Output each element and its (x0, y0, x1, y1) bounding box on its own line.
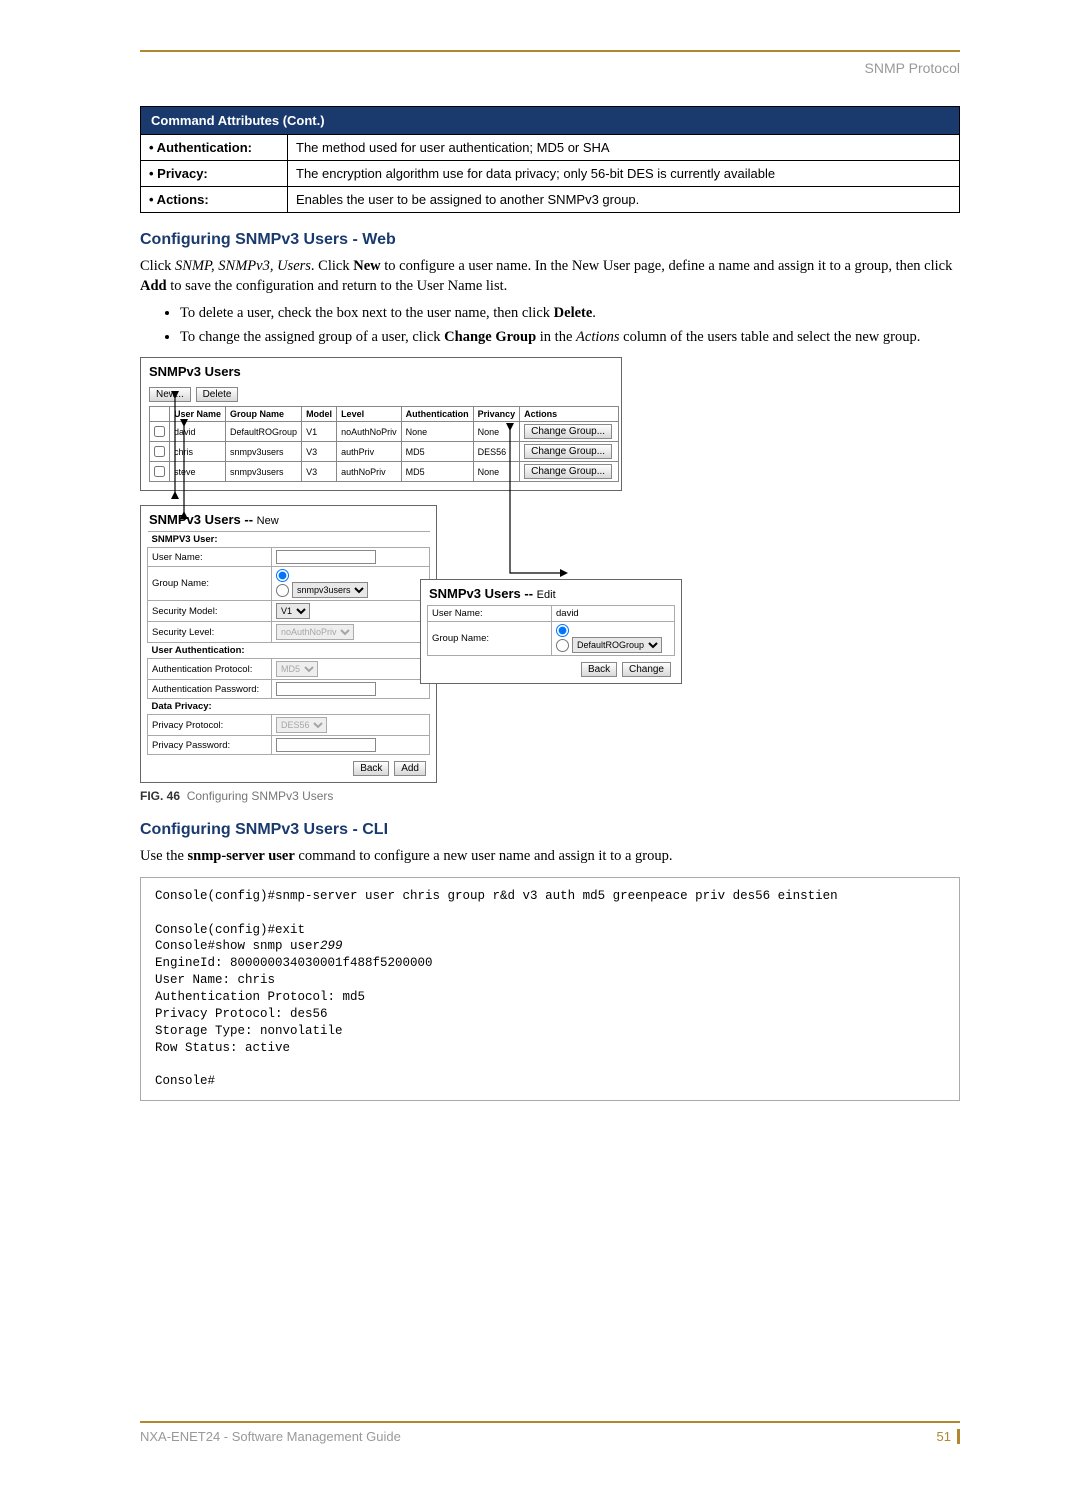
snmpv3-users-edit-panel: SNMPv3 Users -- Edit User Name:david Gro… (420, 579, 682, 684)
user-name-input[interactable] (276, 550, 376, 564)
attr-row-desc: Enables the user to be assigned to anoth… (288, 187, 960, 213)
row-checkbox[interactable] (154, 426, 165, 437)
table-row: stevesnmpv3usersV3authNoPrivMD5None Chan… (150, 462, 619, 482)
attr-table-title: Command Attributes (Cont.) (141, 107, 960, 135)
row-checkbox[interactable] (154, 466, 165, 477)
group-radio-blank[interactable] (276, 569, 289, 582)
footer-doc-title: NXA-ENET24 - Software Management Guide (140, 1429, 401, 1444)
attr-row-desc: The method used for user authentication;… (288, 135, 960, 161)
attr-row-desc: The encryption algorithm use for data pr… (288, 161, 960, 187)
command-attributes-table: Command Attributes (Cont.) • Authenticat… (140, 106, 960, 213)
section-web-title: Configuring SNMPv3 Users - Web (140, 231, 960, 249)
security-model-select[interactable]: V1 (276, 603, 310, 619)
edit-change-button[interactable]: Change (622, 662, 671, 677)
attr-row-label: • Actions: (141, 187, 288, 213)
header-protocol: SNMP Protocol (140, 60, 960, 76)
new-button[interactable]: New... (149, 387, 191, 402)
delete-button[interactable]: Delete (196, 387, 239, 402)
attr-row-label: • Privacy: (141, 161, 288, 187)
table-row: chrissnmpv3usersV3authPrivMD5DES56 Chang… (150, 442, 619, 462)
section-web-bullets: To delete a user, check the box next to … (180, 304, 960, 347)
auth-protocol-select[interactable]: MD5 (276, 661, 318, 677)
page-footer: NXA-ENET24 - Software Management Guide 5… (140, 1421, 960, 1444)
change-group-button[interactable]: Change Group... (524, 464, 612, 479)
snmpv3-users-panel: SNMPv3 Users New... Delete User Name Gro… (140, 357, 622, 491)
back-button[interactable]: Back (353, 761, 389, 776)
edit-back-button[interactable]: Back (581, 662, 617, 677)
edit-group-select[interactable]: DefaultROGroup (572, 637, 662, 653)
section-web-para: Click SNMP, SNMPv3, Users. Click New to … (140, 257, 960, 296)
users-grid: User Name Group Name Model Level Authent… (149, 406, 619, 482)
page-number: 51 (937, 1429, 960, 1444)
table-row: davidDefaultROGroupV1noAuthNoPrivNoneNon… (150, 422, 619, 442)
change-group-button[interactable]: Change Group... (524, 424, 612, 439)
change-group-button[interactable]: Change Group... (524, 444, 612, 459)
attr-row-label: • Authentication: (141, 135, 288, 161)
group-radio-select[interactable] (276, 584, 289, 597)
section-cli-para: Use the snmp-server user command to conf… (140, 847, 960, 867)
new-panel-title: SNMPv3 Users -- New (141, 506, 436, 531)
edit-group-radio-select[interactable] (556, 639, 569, 652)
group-select[interactable]: snmpv3users (292, 582, 368, 598)
auth-password-input[interactable] (276, 682, 376, 696)
edit-group-radio-blank[interactable] (556, 624, 569, 637)
privacy-password-input[interactable] (276, 738, 376, 752)
privacy-protocol-select[interactable]: DES56 (276, 717, 327, 733)
security-level-select[interactable]: noAuthNoPriv (276, 624, 354, 640)
section-cli-title: Configuring SNMPv3 Users - CLI (140, 821, 960, 839)
row-checkbox[interactable] (154, 446, 165, 457)
cli-codeblock: Console(config)#snmp-server user chris g… (140, 877, 960, 1102)
figure-caption: FIG. 46 Configuring SNMPv3 Users (140, 789, 960, 803)
add-button[interactable]: Add (394, 761, 426, 776)
snmpv3-users-new-panel: SNMPv3 Users -- New SNMPV3 User: User Na… (140, 505, 437, 783)
edit-panel-title: SNMPv3 Users -- Edit (421, 580, 681, 605)
figure-container: SNMPv3 Users New... Delete User Name Gro… (140, 357, 650, 783)
users-panel-title: SNMPv3 Users (141, 358, 621, 383)
